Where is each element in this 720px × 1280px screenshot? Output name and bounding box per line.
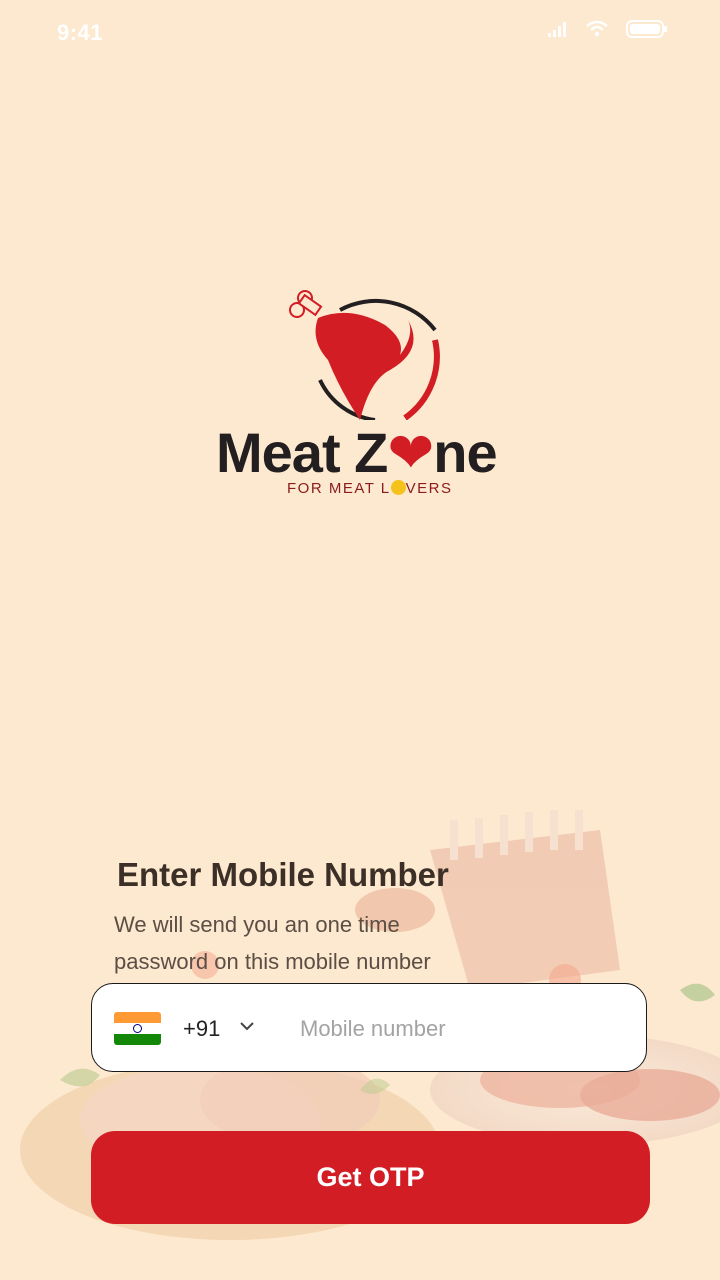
- phone-input-group: +91: [91, 983, 647, 1072]
- brand-logo: Meat Z❤ne FOR MEAT L VERS: [200, 280, 530, 510]
- signal-icon: [548, 22, 566, 37]
- status-icons: [548, 20, 668, 38]
- get-otp-button[interactable]: Get OTP: [91, 1131, 650, 1224]
- page-title: Enter Mobile Number: [117, 856, 449, 893]
- page-subtitle: We will send you an one time password on…: [114, 912, 431, 974]
- status-bar: 9:41: [0, 0, 720, 70]
- brand-tagline: FOR MEAT L VERS: [287, 480, 453, 497]
- smiley-icon: [390, 480, 406, 495]
- heart-icon: ❤: [387, 421, 434, 484]
- india-flag-icon[interactable]: [114, 1012, 161, 1045]
- battery-icon: [626, 20, 667, 38]
- mobile-number-input[interactable]: [298, 1006, 622, 1052]
- country-code[interactable]: +91: [183, 1016, 220, 1042]
- wifi-icon: [586, 21, 608, 37]
- chevron-down-icon[interactable]: [239, 1020, 255, 1032]
- status-time: 9:41: [57, 20, 104, 45]
- brand-name: Meat Z❤ne: [216, 421, 498, 484]
- meat-emblem-icon: [289, 290, 440, 422]
